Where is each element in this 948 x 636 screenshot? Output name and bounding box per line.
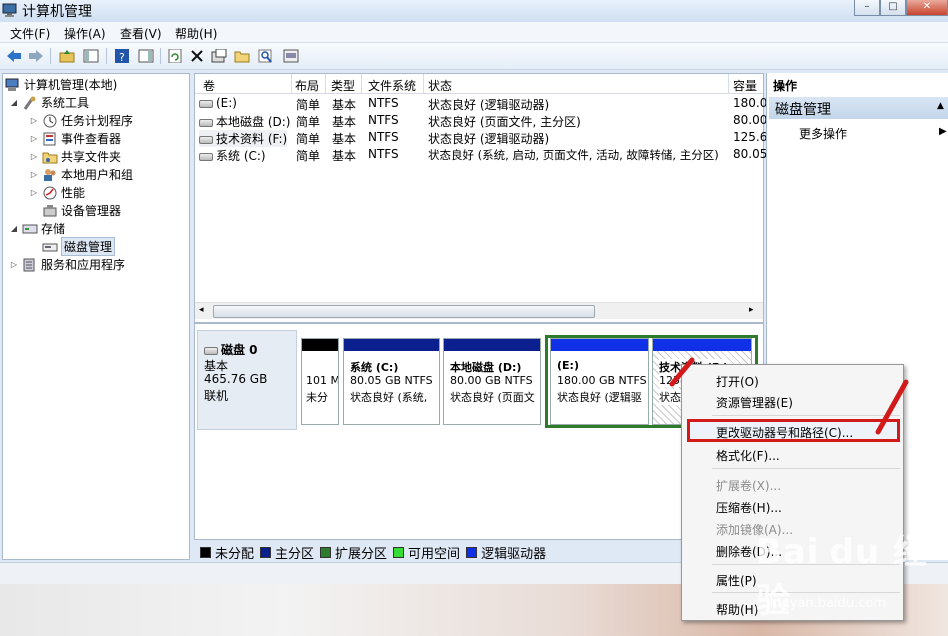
annotation-stroke	[669, 357, 695, 387]
annotation-stroke	[875, 379, 909, 435]
watermark-url: jingyan.baidu.com	[766, 596, 886, 611]
